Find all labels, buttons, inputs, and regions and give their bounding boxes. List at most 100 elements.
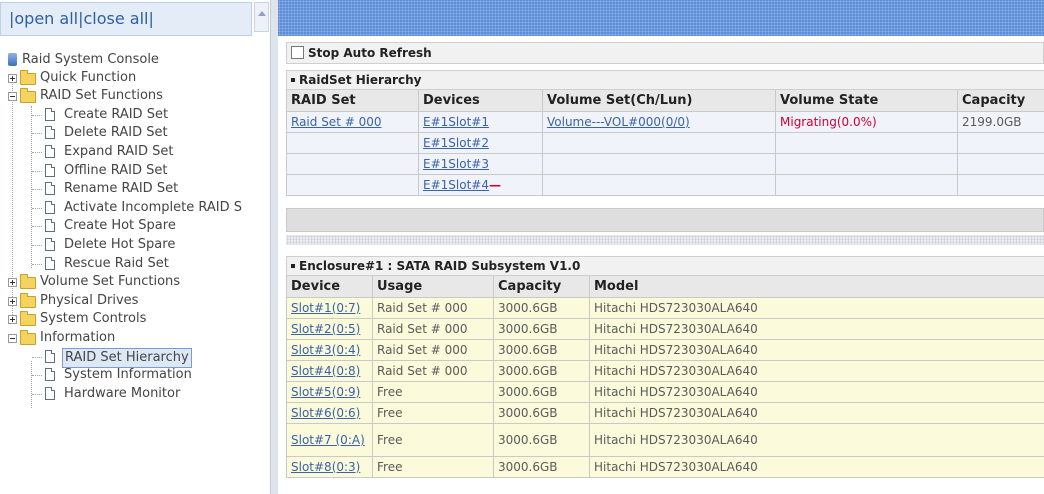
tree-connector — [32, 393, 42, 395]
device-cell[interactable]: E#1Slot#3 — [418, 153, 543, 175]
tree-item-information[interactable]: Information — [0, 329, 262, 348]
expand-plus-icon[interactable] — [8, 296, 17, 306]
raid-set-link[interactable]: Raid Set # 000 — [291, 115, 382, 129]
volume-link[interactable]: Volume---VOL#000(0/0) — [547, 115, 690, 129]
slot-link[interactable]: Slot#3(0:4) — [291, 343, 360, 357]
tree-item-label[interactable]: Rename RAID Set — [64, 180, 178, 198]
slot-link[interactable]: Slot#5(0:9) — [291, 385, 360, 399]
slot-link[interactable]: Slot#8(0:3) — [291, 460, 360, 474]
slot-link[interactable]: Slot#2(0:5) — [291, 322, 360, 336]
device-cell[interactable]: Slot#2(0:5) — [286, 318, 373, 340]
tree-item-create-hot-spare[interactable]: Create Hot Spare — [0, 217, 262, 236]
tree-item-raid-system-console[interactable]: Raid System Console — [0, 50, 262, 69]
device-link[interactable]: E#1Slot#3 — [423, 157, 489, 171]
col-header-capacity: Capacity — [957, 89, 1044, 112]
tree-item-label[interactable]: Raid System Console — [22, 51, 159, 69]
tree-item-system-controls[interactable]: System Controls — [0, 310, 262, 329]
volume-cell[interactable]: Volume---VOL#000(0/0) — [542, 111, 776, 133]
slot-link[interactable]: Slot#7 (0:A) — [291, 433, 365, 447]
tree-item-volume-set-functions[interactable]: Volume Set Functions — [0, 273, 262, 292]
device-cell[interactable]: E#1Slot#1 — [418, 111, 543, 133]
folder-icon — [20, 311, 36, 327]
tree-item-rescue-raid-set[interactable]: Rescue Raid Set — [0, 255, 262, 274]
tree-item-label[interactable]: Physical Drives — [40, 292, 138, 310]
device-cell[interactable]: Slot#4(0:8) — [286, 360, 373, 382]
stop-auto-refresh-checkbox[interactable] — [291, 46, 304, 59]
tree-item-hardware-monitor[interactable]: Hardware Monitor — [0, 385, 262, 404]
table-row: Raid Set # 000 E#1Slot#1 Volume---VOL#00… — [286, 111, 1044, 133]
collapse-minus-icon[interactable] — [8, 92, 17, 102]
model-cell: Hitachi HDS723030ALA640 — [588, 456, 1044, 478]
tree-item-label-selected[interactable]: RAID Set Hierarchy — [62, 347, 192, 368]
model-cell: Hitachi HDS723030ALA640 — [588, 423, 1044, 457]
slot-link[interactable]: Slot#6(0:6) — [291, 406, 360, 420]
device-cell[interactable]: E#1Slot#2 — [418, 132, 543, 154]
device-link[interactable]: E#1Slot#2 — [423, 136, 489, 150]
raid-set-cell[interactable]: Raid Set # 000 — [286, 111, 419, 133]
stop-auto-refresh-cell[interactable]: Stop Auto Refresh — [286, 42, 1044, 64]
tree-item-label[interactable]: System Information — [64, 366, 192, 384]
volume-cell — [542, 153, 776, 175]
tree-item-quick-function[interactable]: Quick Function — [0, 69, 262, 88]
device-link[interactable]: E#1Slot#1 — [423, 115, 489, 129]
tree-item-label[interactable]: Rescue Raid Set — [64, 255, 169, 273]
navigation-tree: Raid System Console Quick Function RAID … — [0, 50, 262, 408]
device-cell[interactable]: Slot#1(0:7) — [286, 297, 373, 319]
tree-item-raid-set-functions[interactable]: RAID Set Functions — [0, 87, 262, 106]
tree-item-label[interactable]: Delete Hot Spare — [64, 236, 175, 254]
tree-item-rename-raid-set[interactable]: Rename RAID Set — [0, 180, 262, 199]
volume-state-cell — [775, 174, 958, 196]
device-cell[interactable]: Slot#7 (0:A) — [286, 423, 373, 457]
tree-item-label[interactable]: Information — [40, 329, 115, 347]
capacity-cell: 3000.6GB — [493, 318, 590, 340]
tree-item-offline-raid-set[interactable]: Offline RAID Set — [0, 162, 262, 181]
tree-item-label[interactable]: Volume Set Functions — [40, 273, 180, 291]
expand-plus-icon[interactable] — [8, 278, 17, 288]
folder-open-icon — [20, 329, 36, 345]
device-link[interactable]: E#1Slot#4 — [423, 178, 489, 192]
collapse-minus-icon[interactable] — [8, 333, 17, 343]
open-close-all-label[interactable]: |open all|close all| — [1, 9, 154, 28]
volume-state-cell: Migrating(0.0%) — [775, 111, 958, 133]
stop-auto-refresh-label[interactable]: Stop Auto Refresh — [308, 46, 432, 60]
tree-item-delete-raid-set[interactable]: Delete RAID Set — [0, 124, 262, 143]
slot-link[interactable]: Slot#4(0:8) — [291, 364, 360, 378]
tree-item-label[interactable]: RAID Set Functions — [40, 87, 163, 105]
tree-item-label[interactable]: Expand RAID Set — [64, 143, 173, 161]
device-cell[interactable]: E#1Slot#4— — [418, 174, 543, 196]
col-header-raid-set: RAID Set — [286, 89, 419, 112]
open-close-all-links[interactable]: |open all|close all| — [0, 2, 252, 36]
tree-item-expand-raid-set[interactable]: Expand RAID Set — [0, 143, 262, 162]
tree-item-label[interactable]: Hardware Monitor — [64, 385, 180, 403]
scroll-up-button[interactable] — [254, 2, 269, 32]
tree-item-label[interactable]: Delete RAID Set — [64, 124, 168, 142]
tree-item-label[interactable]: Quick Function — [40, 69, 136, 87]
tree-item-raid-set-hierarchy[interactable]: RAID Set Hierarchy — [0, 347, 262, 368]
bullet-icon — [291, 78, 295, 82]
tree-connector — [32, 263, 42, 265]
tree-connector — [32, 226, 42, 228]
tree-item-system-information[interactable]: System Information — [0, 366, 262, 385]
expand-plus-icon[interactable] — [8, 73, 17, 83]
device-cell[interactable]: Slot#5(0:9) — [286, 381, 373, 403]
col-header-volume-state: Volume State — [775, 89, 958, 112]
frame-splitter[interactable] — [270, 0, 278, 494]
tree-item-label[interactable]: Activate Incomplete RAID S — [64, 199, 242, 217]
tree-connector — [32, 114, 42, 116]
tree-item-label[interactable]: Create RAID Set — [64, 106, 168, 124]
expand-plus-icon[interactable] — [8, 315, 17, 325]
page-icon — [45, 256, 55, 270]
tree-item-label[interactable]: System Controls — [40, 310, 146, 328]
device-cell[interactable]: Slot#8(0:3) — [286, 456, 373, 478]
col-header-volume-set: Volume Set(Ch/Lun) — [542, 89, 776, 112]
tree-item-label[interactable]: Offline RAID Set — [64, 162, 168, 180]
device-cell[interactable]: Slot#3(0:4) — [286, 339, 373, 361]
tree-item-label[interactable]: Create Hot Spare — [64, 217, 176, 235]
device-cell[interactable]: Slot#6(0:6) — [286, 402, 373, 424]
tree-item-activate-incomplete-raid-set[interactable]: Activate Incomplete RAID S — [0, 199, 262, 218]
tree-item-physical-drives[interactable]: Physical Drives — [0, 292, 262, 311]
tree-connector — [32, 375, 42, 377]
tree-item-delete-hot-spare[interactable]: Delete Hot Spare — [0, 236, 262, 255]
tree-item-create-raid-set[interactable]: Create RAID Set — [0, 106, 262, 125]
slot-link[interactable]: Slot#1(0:7) — [291, 301, 360, 315]
